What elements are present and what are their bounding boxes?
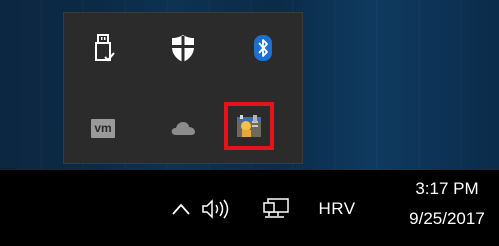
volume-button[interactable] [200,196,234,222]
windows-defender-shield-icon[interactable] [162,27,204,69]
speaker-icon [202,199,229,219]
chevron-up-icon [172,203,190,215]
show-hidden-icons-chevron[interactable] [170,198,192,220]
bluetooth-icon[interactable] [242,27,284,69]
vmware-icon[interactable]: vm [82,107,124,149]
hidden-icons-flyout: vm [63,12,303,164]
clock[interactable]: 3:17 PM 9/25/2017 [401,174,493,234]
network-ethernet-icon [263,198,289,218]
vmware-icon-label: vm [94,121,112,135]
clock-time: 3:17 PM [415,179,479,198]
clock-date: 9/25/2017 [409,209,485,228]
input-language-indicator[interactable]: HRV [316,198,358,220]
usb-safely-remove-icon[interactable] [82,27,124,69]
network-button[interactable] [261,196,291,222]
highlighted-app-icon[interactable] [224,102,274,150]
taskbar: HRV 3:17 PM 9/25/2017 [0,170,499,246]
onedrive-cloud-icon[interactable] [162,107,204,149]
